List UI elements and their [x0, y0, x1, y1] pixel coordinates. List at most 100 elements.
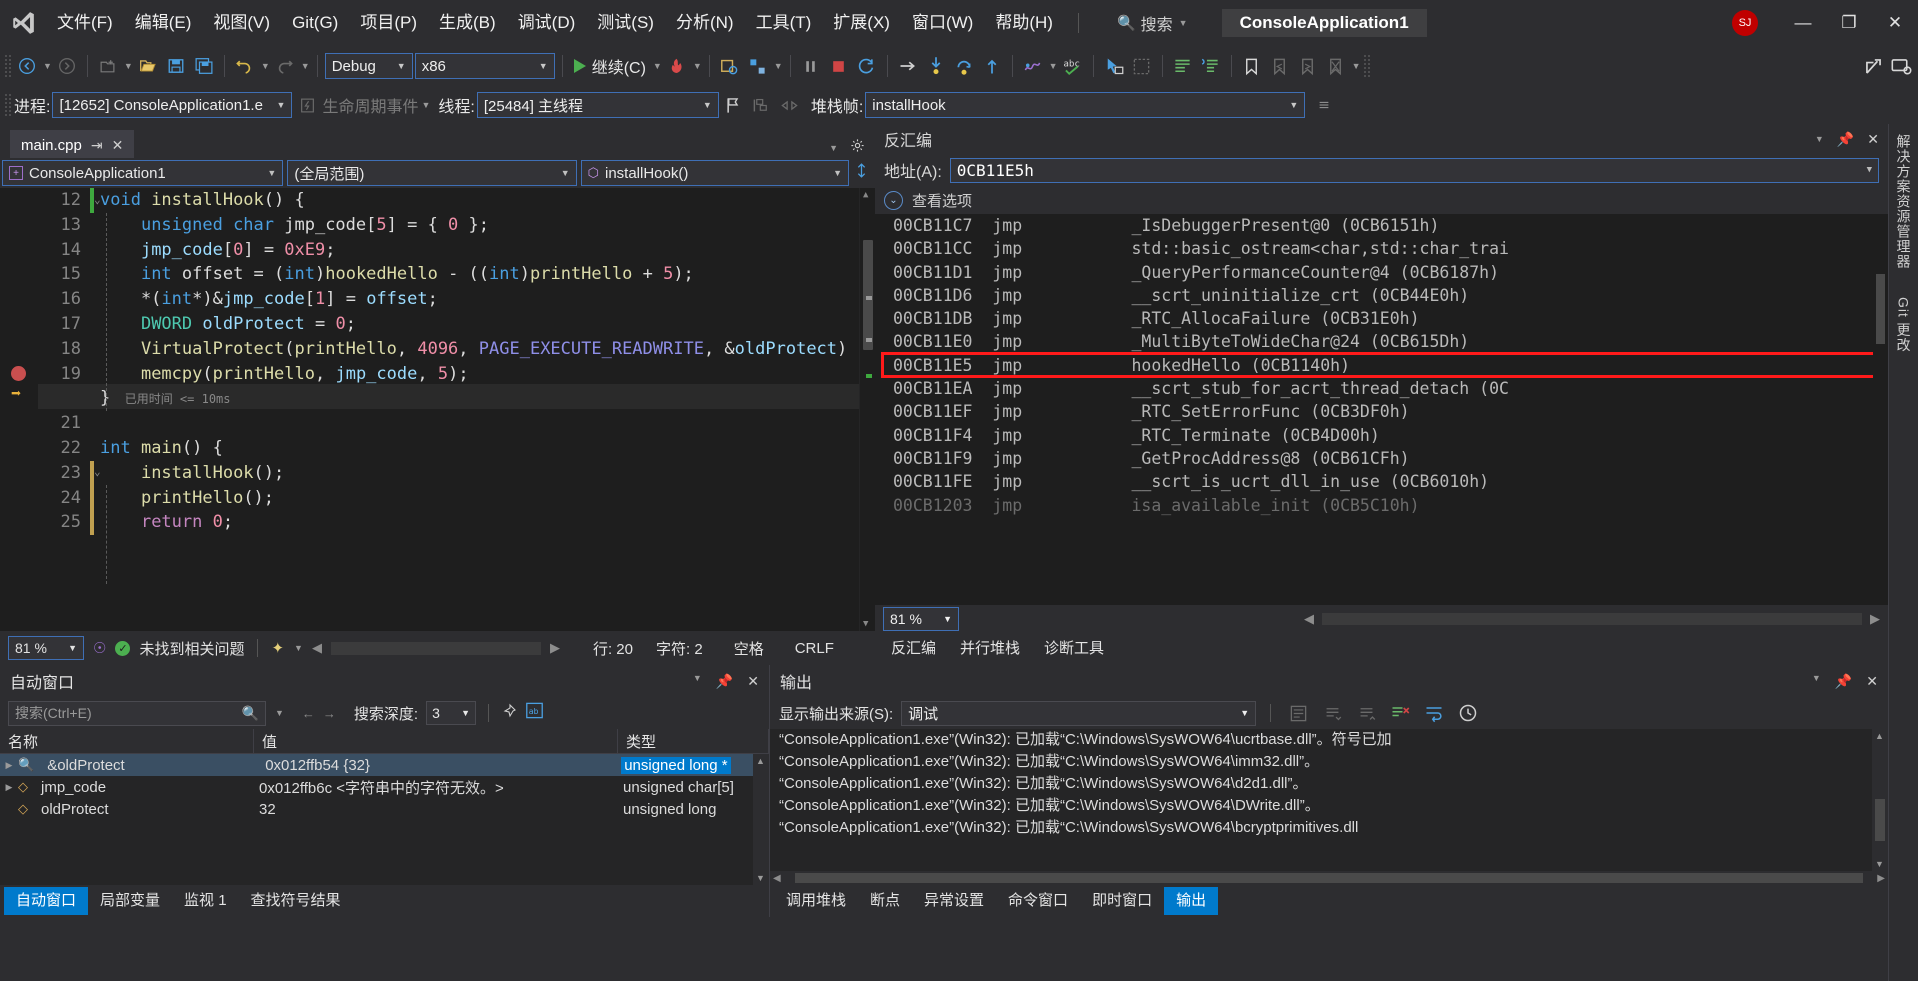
disassembly-zoom-selector[interactable]: 81 % ▼ [883, 607, 959, 631]
code-text-area[interactable]: ⌄ ⌄ void installHook() { unsigned char j… [90, 188, 859, 631]
menu-view[interactable]: 视图(V) [202, 0, 281, 46]
tab-disassembly[interactable]: 反汇编 [879, 635, 948, 663]
output-source-selector[interactable]: 调试 ▼ [901, 701, 1256, 726]
view-options-row[interactable]: ⌄ 查看选项 [875, 186, 1888, 214]
menu-test[interactable]: 测试(S) [586, 0, 665, 46]
menu-extensions[interactable]: 扩展(X) [822, 0, 901, 46]
search-next-icon[interactable]: → [323, 706, 336, 721]
scroll-right-icon[interactable]: ▶ [1877, 873, 1888, 884]
search-depth-selector[interactable]: 3 ▼ [426, 701, 476, 725]
scroll-up-icon[interactable]: ▲ [756, 756, 765, 766]
feedback-icon[interactable] [1888, 52, 1914, 80]
scroll-down-icon[interactable]: ▼ [1875, 859, 1884, 869]
process-selector[interactable]: [12652] ConsoleApplication1.e ▼ [52, 92, 292, 118]
thread-selector[interactable]: [25484] 主线程 ▼ [477, 92, 719, 118]
thread-view-icon[interactable] [1020, 52, 1046, 80]
table-row[interactable]: ◇ oldProtect 32 unsigned long [0, 798, 769, 820]
rail-solution-explorer[interactable]: 解决方案资源管理器 [1894, 134, 1914, 269]
menu-file[interactable]: 文件(F) [46, 0, 124, 46]
menu-analyze[interactable]: 分析(N) [665, 0, 745, 46]
glyph-margin[interactable]: ➡ [0, 188, 38, 631]
output-horizontal-scrollbar[interactable]: ◀ ▶ [770, 871, 1888, 885]
flag-thread-icon[interactable] [721, 91, 747, 119]
column-header-type[interactable]: 类型 [618, 729, 769, 753]
indentation-indicator[interactable]: 空格 [734, 638, 764, 659]
attach-process-icon[interactable] [717, 52, 743, 80]
toggle-word-wrap-icon[interactable] [1421, 699, 1447, 727]
editor-horizontal-scrollbar[interactable] [331, 642, 541, 655]
pin-icon[interactable]: ⇥ [91, 137, 103, 154]
search-previous-icon[interactable]: ← [302, 706, 315, 721]
close-icon[interactable]: ✕ [112, 137, 124, 154]
show-next-statement-icon[interactable] [895, 52, 921, 80]
scroll-down-icon[interactable]: ▼ [863, 619, 868, 629]
toolbar-overflow-icon[interactable] [1311, 91, 1337, 119]
chevron-down-icon[interactable]: ▼ [261, 61, 270, 71]
scrollbar-thumb[interactable] [863, 240, 873, 350]
split-view-icon[interactable] [853, 162, 870, 184]
chevron-down-icon[interactable]: ▼ [653, 61, 662, 71]
scroll-right-icon[interactable]: ▶ [1870, 611, 1880, 627]
menu-git[interactable]: Git(G) [281, 0, 349, 46]
rail-git-changes[interactable]: Git 更改 [1894, 297, 1914, 353]
scrollbar-thumb[interactable] [795, 873, 1864, 883]
tab-autos[interactable]: 自动窗口 [4, 887, 88, 915]
avatar[interactable]: SJ [1732, 10, 1758, 36]
hot-reload-icon[interactable] [664, 52, 690, 80]
scroll-up-icon[interactable]: ▲ [863, 190, 868, 200]
pin-to-source-icon[interactable] [501, 703, 517, 724]
autos-grid-body[interactable]: ▶ 🔍 &oldProtect 0x012ffb54 {32} unsigned… [0, 754, 769, 885]
tab-locals[interactable]: 局部变量 [88, 887, 172, 915]
tab-call-stack[interactable]: 调用堆栈 [774, 887, 858, 915]
tab-output[interactable]: 输出 [1164, 887, 1218, 915]
menu-edit[interactable]: 编辑(E) [124, 0, 203, 46]
scroll-left-icon[interactable]: ◀ [770, 873, 781, 884]
close-button[interactable]: ✕ [1872, 0, 1918, 46]
menu-window[interactable]: 窗口(W) [901, 0, 984, 46]
collapse-icon[interactable]: ⌄ [94, 465, 101, 478]
restart-icon[interactable] [854, 52, 880, 80]
menu-debug[interactable]: 调试(D) [507, 0, 587, 46]
output-vertical-scrollbar[interactable]: ▲ ▼ [1872, 729, 1888, 871]
chevron-down-icon[interactable]: ▼ [693, 673, 702, 690]
timestamp-icon[interactable] [1455, 699, 1481, 727]
scroll-down-icon[interactable]: ▼ [756, 873, 765, 883]
clear-output-icon[interactable] [1387, 699, 1413, 727]
variable-value[interactable]: 0x012ffb54 {32} [257, 757, 621, 774]
editor-vertical-scrollbar[interactable]: ▲ ▼ [859, 188, 875, 631]
search-icon[interactable]: 🔍 [242, 705, 259, 722]
tab-breakpoints[interactable]: 断点 [858, 887, 912, 915]
tab-command-window[interactable]: 命令窗口 [996, 887, 1080, 915]
restore-button[interactable]: ❐ [1826, 0, 1872, 46]
continue-button[interactable]: 继续(C) [570, 54, 650, 78]
copilot-icon[interactable]: ☉ [93, 639, 106, 657]
search-input[interactable]: 🔍 搜索 ▼ [1117, 11, 1188, 35]
code-surface[interactable]: ➡ 12 13 14 15 16 17 18 19 20 [0, 188, 875, 631]
breakpoint-marker[interactable] [11, 366, 26, 381]
table-row[interactable]: ▶ 🔍 &oldProtect 0x012ffb54 {32} unsigned… [0, 754, 769, 776]
autos-search-input[interactable]: 搜索(Ctrl+E) 🔍 [8, 701, 266, 726]
scroll-up-icon[interactable]: ▲ [1875, 731, 1884, 741]
scroll-left-icon[interactable]: ◀ [312, 640, 322, 656]
debugbar-grip[interactable] [4, 93, 12, 117]
close-icon[interactable]: ✕ [747, 673, 759, 690]
menu-help[interactable]: 帮助(H) [984, 0, 1064, 46]
expander-icon[interactable]: ▶ [0, 782, 18, 793]
undo-icon[interactable] [232, 52, 258, 80]
disassembly-listing[interactable]: 00CB11C7 jmp _IsDebuggerPresent@0 (0CB61… [875, 214, 1888, 605]
chevron-down-icon[interactable]: ▼ [693, 61, 702, 71]
minimize-button[interactable]: — [1780, 0, 1826, 46]
save-icon[interactable] [163, 52, 189, 80]
stop-debugging-icon[interactable] [826, 52, 852, 80]
tab-immediate-window[interactable]: 即时窗口 [1080, 887, 1164, 915]
zoom-selector[interactable]: 81 % ▼ [8, 636, 84, 660]
tab-diagnostic-tools[interactable]: 诊断工具 [1032, 635, 1116, 663]
open-file-icon[interactable] [135, 52, 161, 80]
hex-display-icon[interactable]: ab [525, 701, 544, 725]
menu-build[interactable]: 生成(B) [428, 0, 507, 46]
pin-icon[interactable]: 📌 [716, 673, 733, 690]
architecture-icon[interactable] [745, 52, 771, 80]
menu-tools[interactable]: 工具(T) [745, 0, 823, 46]
bookmark-icon[interactable] [1239, 52, 1265, 80]
column-header-value[interactable]: 值 [254, 729, 618, 753]
